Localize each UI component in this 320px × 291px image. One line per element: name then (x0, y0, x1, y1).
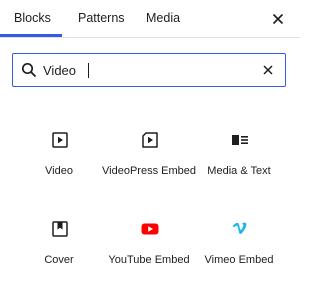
tab-blocks[interactable]: Blocks (14, 0, 54, 38)
video-icon (50, 130, 70, 150)
tab-patterns[interactable]: Patterns (78, 0, 125, 38)
search-input[interactable] (43, 60, 253, 80)
block-search (12, 53, 286, 87)
cover-icon (50, 219, 70, 239)
block-media-text[interactable]: Media & Text (191, 130, 287, 190)
inserter-tabs: Blocks Patterns Media (0, 0, 300, 38)
vimeo-icon (230, 219, 250, 239)
active-tab-indicator (0, 34, 62, 37)
text-cursor (88, 63, 89, 78)
block-cover[interactable]: Cover (11, 219, 107, 279)
block-videopress-embed[interactable]: VideoPress Embed (101, 130, 197, 190)
clear-search-icon[interactable] (260, 62, 276, 78)
search-icon (21, 62, 37, 78)
block-label: Media & Text (207, 165, 271, 177)
block-label: YouTube Embed (108, 254, 190, 266)
block-vimeo-embed[interactable]: Vimeo Embed (191, 219, 287, 279)
tab-media[interactable]: Media (146, 0, 180, 38)
block-video[interactable]: Video (11, 130, 107, 190)
media-text-icon (230, 130, 250, 150)
videopress-icon (140, 130, 160, 150)
block-label: Video (45, 165, 73, 177)
youtube-icon (140, 219, 160, 239)
block-label: Cover (44, 254, 74, 266)
block-label: Vimeo Embed (204, 254, 274, 266)
block-youtube-embed[interactable]: YouTube Embed (101, 219, 197, 279)
block-label: VideoPress Embed (102, 165, 196, 177)
close-icon[interactable] (268, 9, 288, 29)
